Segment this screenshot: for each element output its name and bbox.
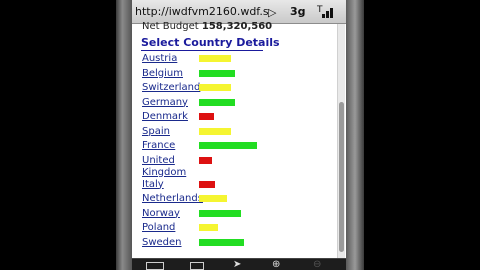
country-link[interactable]: Denmark (142, 111, 188, 123)
country-row: Sweden (142, 237, 332, 251)
country-link[interactable]: Netherlands (142, 193, 203, 205)
speaker-icon: ▷ (268, 6, 277, 19)
zoom-out-icon[interactable]: ⊖ (313, 260, 321, 270)
status-bar-green (199, 238, 244, 246)
country-row: Germany (142, 97, 332, 111)
status-bar-red (199, 113, 214, 120)
browser-screen: http://iwdfvm2160.wdf.s ▷ 3g T Net Budge… (132, 0, 346, 258)
status-bar-yellow (199, 84, 231, 91)
country-row: United Kingdom (142, 155, 332, 178)
status-bar-yellow (199, 55, 231, 62)
country-row: Switzerland (142, 82, 332, 96)
status-bar-green (199, 209, 241, 217)
scrollbar-thumb[interactable] (339, 102, 344, 252)
country-row: Austria (142, 53, 332, 67)
country-link[interactable]: Sweden (142, 237, 182, 249)
country-row: Netherlands (142, 193, 332, 207)
country-row: France (142, 140, 332, 154)
country-link[interactable]: Austria (142, 53, 177, 65)
signal-strength-icon (314, 6, 334, 18)
country-link[interactable]: Spain (142, 126, 170, 138)
page-content: Net Budget 158,320,560 Select Country De… (132, 21, 336, 258)
country-row: Poland (142, 222, 332, 236)
country-row: Denmark (142, 111, 332, 125)
phone-bezel-left (116, 0, 132, 270)
country-link[interactable]: France (142, 140, 175, 152)
net-budget-value: 158,320,560 (201, 21, 273, 32)
country-row: Spain (142, 126, 332, 140)
country-link[interactable]: Switzerland (142, 82, 200, 94)
zoom-in-icon[interactable]: ⊕ (272, 260, 280, 270)
tabs-icon[interactable] (190, 262, 204, 270)
status-bar-yellow (199, 195, 227, 202)
status-bar-green (199, 142, 257, 149)
keyboard-icon[interactable] (146, 262, 164, 270)
bottom-toolbar: ➤ ⊕ ⊖ (132, 258, 346, 270)
country-link[interactable]: Poland (142, 222, 175, 234)
status-bar-red (199, 180, 215, 188)
page-title: Select Country Details (141, 36, 280, 49)
status-bar-yellow (199, 224, 218, 231)
country-link[interactable]: Norway (142, 208, 180, 220)
country-row: Norway (142, 208, 332, 222)
country-link[interactable]: Germany (142, 97, 188, 109)
status-bar-yellow (199, 127, 231, 135)
network-indicator: 3g (290, 5, 306, 18)
net-budget-label: Net Budget (142, 21, 199, 32)
status-bar-red (199, 156, 212, 164)
country-row: Italy (142, 179, 332, 193)
country-link[interactable]: Italy (142, 179, 164, 191)
country-link[interactable]: United Kingdom (142, 155, 192, 179)
net-budget: Net Budget 158,320,560 (142, 21, 272, 32)
phone-bezel-right (346, 0, 364, 270)
country-row: Belgium (142, 68, 332, 82)
status-bar-green (199, 69, 235, 77)
country-link[interactable]: Belgium (142, 68, 183, 80)
heading-underline (141, 50, 263, 51)
status-bar-green (199, 98, 235, 106)
url-field[interactable]: http://iwdfvm2160.wdf.s (135, 5, 269, 18)
cursor-icon[interactable]: ➤ (233, 260, 241, 270)
vertical-scrollbar[interactable] (337, 24, 345, 258)
